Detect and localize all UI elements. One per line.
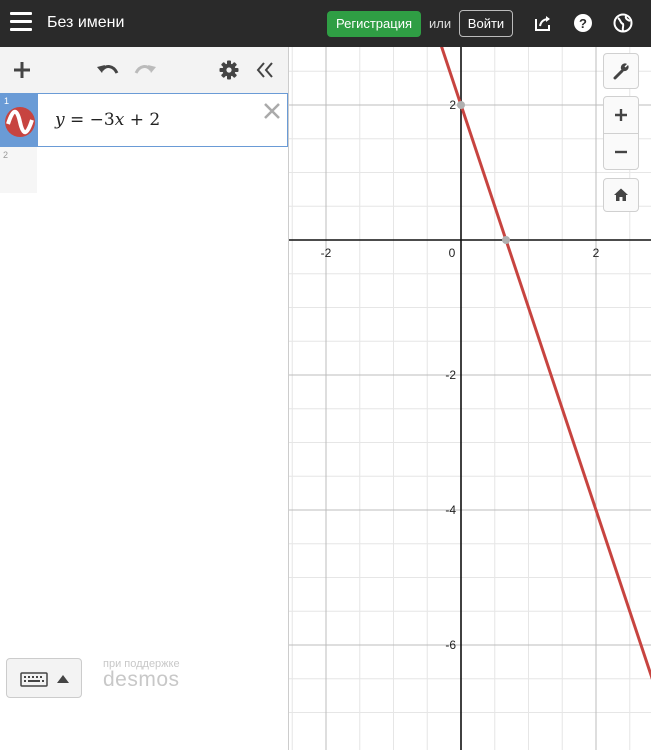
top-bar: Без имени Регистрация или Войти ?: [0, 0, 651, 47]
expression-item[interactable]: 1 y = −3x + 2: [0, 93, 288, 147]
expression-tab: 2: [0, 147, 37, 193]
expression-index: 2: [3, 150, 9, 160]
menu-icon[interactable]: [10, 12, 32, 32]
keyboard-icon: [20, 672, 48, 687]
x-tick-label: 0: [449, 246, 456, 260]
x-tick-label: -2: [321, 246, 332, 260]
add-icon[interactable]: [12, 60, 32, 80]
desmos-logo: desmos: [103, 668, 180, 691]
graph-title[interactable]: Без имени: [47, 14, 124, 32]
wrench-icon: [613, 63, 629, 80]
graph-paper[interactable]: -2 0 2 2 -2 -4 -6: [289, 47, 651, 750]
keyboard-toggle-button[interactable]: [6, 658, 82, 698]
caret-up-icon: [57, 675, 69, 683]
language-icon[interactable]: [613, 13, 633, 33]
collapse-icon[interactable]: [255, 60, 275, 80]
expression-toolbar: [0, 47, 288, 94]
expression-index: 1: [4, 96, 10, 106]
zoom-controls: [603, 96, 639, 170]
signup-button[interactable]: Регистрация: [327, 11, 421, 37]
point-of-interest: [502, 236, 511, 244]
powered-by: при поддержке desmos: [103, 658, 180, 692]
major-grid: [289, 47, 651, 750]
settings-icon[interactable]: [219, 60, 239, 80]
redo-icon[interactable]: [133, 61, 157, 79]
line-style-icon[interactable]: [4, 106, 36, 138]
default-viewport-button[interactable]: [603, 178, 639, 212]
close-icon[interactable]: [263, 102, 281, 120]
x-tick-label: 2: [593, 246, 600, 260]
undo-icon[interactable]: [96, 61, 120, 79]
svg-text:?: ?: [579, 16, 587, 31]
help-icon[interactable]: ?: [573, 13, 593, 33]
home-icon: [614, 188, 628, 201]
point-of-interest: [457, 101, 465, 109]
y-tick-label: 2: [449, 98, 456, 112]
expression-item[interactable]: 2: [0, 147, 288, 193]
y-tick-label: -2: [445, 368, 456, 382]
graph-settings-button[interactable]: [603, 53, 639, 89]
zoom-out-icon[interactable]: [614, 145, 628, 159]
share-icon[interactable]: [533, 13, 553, 33]
expression-tab[interactable]: 1: [1, 94, 38, 146]
expression-math[interactable]: y = −3x + 2: [55, 110, 160, 130]
y-tick-label: -4: [445, 503, 456, 517]
login-button[interactable]: Войти: [459, 10, 513, 37]
expression-panel: 1 y = −3x + 2 2: [0, 47, 289, 750]
zoom-in-icon[interactable]: [614, 108, 628, 122]
y-tick-label: -6: [445, 638, 456, 652]
or-text: или: [429, 16, 452, 31]
